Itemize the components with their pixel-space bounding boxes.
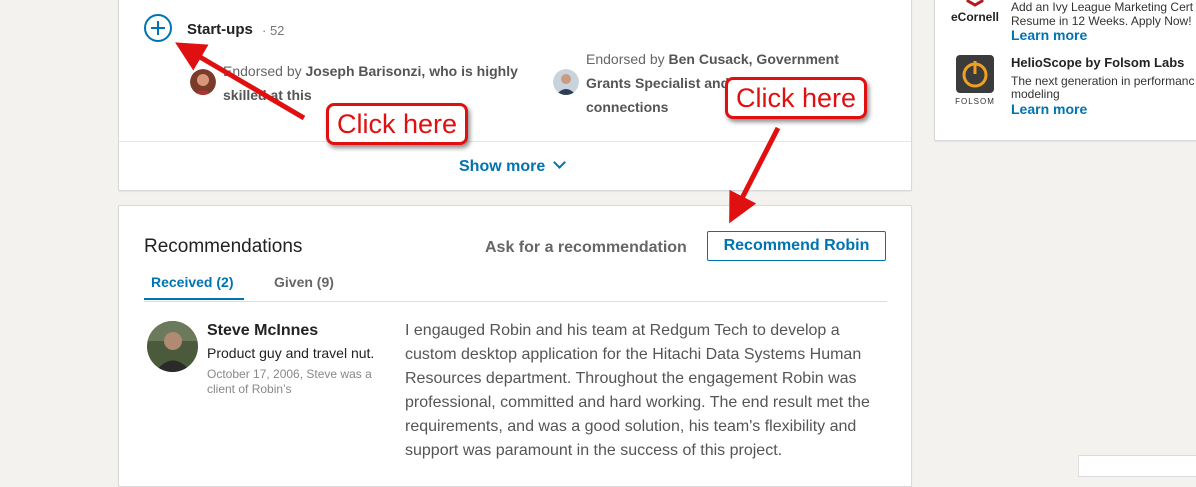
add-endorsement-icon[interactable] [144,14,172,42]
recommender-name[interactable]: Steve McInnes [207,322,318,340]
endorsement-prefix: Endorsed by [586,51,669,67]
show-more-label: Show more [459,158,546,175]
ecornell-logo-icon: eCornell [948,0,1002,41]
skill-endorsement-count: · 52 [262,23,285,38]
folsom-logo-icon: FOLSOM [948,52,1002,106]
recommend-button[interactable]: Recommend Robin [707,231,886,261]
ad-text-line: Add an Ivy League Marketing Cert [1011,0,1194,14]
annotation-callout-left: Click here [326,103,469,145]
endorser-name[interactable]: Ben Cusack, Government [669,51,839,67]
recommendations-card: Recommendations Ask for a recommendation… [118,205,912,487]
divider [119,141,911,142]
ads-card: eCornell Add an Ivy League Marketing Cer… [934,0,1196,141]
learn-more-link[interactable]: Learn more [1011,101,1087,117]
endorsement-line3: connections [586,99,669,115]
tab-given[interactable]: Given (9) [274,274,334,290]
recommender-headline: Product guy and travel nut. [207,345,375,361]
skill-name[interactable]: Start-ups [187,21,253,38]
section-title: Recommendations [144,236,303,257]
folsom-logo-text: FOLSOM [955,97,995,106]
endorser-name[interactable]: Joseph Barisonzi, who is highly [306,63,518,79]
endorser-avatar[interactable] [190,69,216,95]
ad-text-line: Resume in 12 Weeks. Apply Now! [1011,14,1192,28]
annotation-callout-right: Click here [725,77,868,119]
ask-recommendation-link[interactable]: Ask for a recommendation [485,239,687,257]
messaging-tab[interactable] [1078,455,1196,477]
ad-text-line: modeling [1011,87,1060,101]
recommender-avatar[interactable] [147,321,198,372]
tab-divider [144,301,887,302]
ad-text-line: The next generation in performanc [1011,74,1195,88]
endorsement-left: Endorsed by Joseph Barisonzi, who is hig… [223,59,553,107]
active-tab-indicator [144,298,244,300]
tab-received[interactable]: Received (2) [151,274,233,290]
recommendation-meta: October 17, 2006, Steve was a client of … [207,367,372,396]
endorser-avatar[interactable] [553,69,579,95]
learn-more-link[interactable]: Learn more [1011,27,1087,43]
show-more-button[interactable]: Show more [459,156,567,176]
endorsement-rest: skilled at this [223,87,312,103]
ecornell-logo-text: eCornell [951,10,999,24]
ad-title[interactable]: HelioScope by Folsom Labs [1011,55,1184,70]
chevron-down-icon [553,156,567,169]
recommendation-text: I engauged Robin and his team at Redgum … [405,322,870,459]
endorsement-line2: Grants Specialist and [586,75,730,91]
endorsement-prefix: Endorsed by [223,63,306,79]
